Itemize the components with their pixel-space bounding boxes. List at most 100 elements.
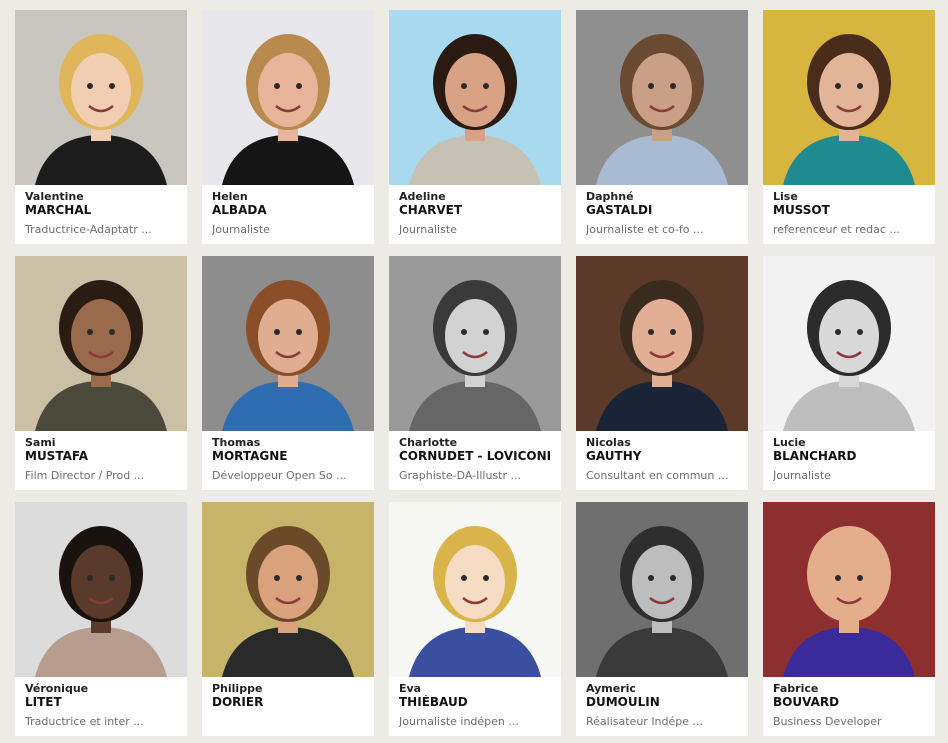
profile-photo[interactable] [389, 256, 561, 431]
person-face [819, 545, 879, 619]
profile-role: referenceur et redac ... [773, 223, 900, 236]
profile-role: Graphiste-DA-Illustr ... [399, 469, 521, 482]
person-face [632, 545, 692, 619]
first-name[interactable]: Valentine [25, 190, 177, 203]
last-name[interactable]: ALBADA [212, 203, 364, 217]
profile-card[interactable]: Adeline CHARVET Journaliste [389, 10, 561, 244]
profile-photo[interactable] [389, 502, 561, 677]
person-face [258, 545, 318, 619]
last-name[interactable]: THIÉBAUD [399, 695, 551, 709]
profile-role: Business Developer [773, 715, 882, 728]
person-face [71, 53, 131, 127]
last-name[interactable]: MUSSOT [773, 203, 925, 217]
profile-card[interactable]: Véronique LITET Traductrice et inter ... [15, 502, 187, 736]
person-face [819, 53, 879, 127]
profile-role: Journaliste et co-fo ... [586, 223, 704, 236]
last-name[interactable]: DUMOULIN [586, 695, 738, 709]
profile-photo[interactable] [15, 10, 187, 185]
profile-info: Philippe DORIER [202, 677, 374, 715]
person-face [445, 299, 505, 373]
first-name[interactable]: Lucie [773, 436, 925, 449]
person-face [819, 299, 879, 373]
profile-info: Sami MUSTAFA Film Director / Prod ... [15, 431, 187, 483]
person-face [445, 53, 505, 127]
profile-photo[interactable] [15, 256, 187, 431]
last-name[interactable]: MUSTAFA [25, 449, 177, 463]
profile-info: Charlotte CORNUDET - LOVICONI Graphiste-DA… [389, 431, 561, 483]
person-face [445, 545, 505, 619]
first-name[interactable]: Véronique [25, 682, 177, 695]
profile-photo[interactable] [763, 10, 935, 185]
person-face [258, 53, 318, 127]
profile-photo[interactable] [576, 256, 748, 431]
profile-role: Journaliste [773, 469, 831, 482]
profile-role: Réalisateur Indépe ... [586, 715, 704, 728]
person-face [258, 299, 318, 373]
profile-photo[interactable] [15, 502, 187, 677]
first-name[interactable]: Helen [212, 190, 364, 203]
first-name[interactable]: Adeline [399, 190, 551, 203]
profile-card[interactable]: Eva THIÉBAUD Journaliste indépen ... [389, 502, 561, 736]
profile-photo[interactable] [763, 502, 935, 677]
person-face [71, 299, 131, 373]
last-name[interactable]: DORIER [212, 695, 364, 709]
profile-card[interactable]: Charlotte CORNUDET - LOVICONI Graphiste-DA… [389, 256, 561, 490]
first-name[interactable]: Lise [773, 190, 925, 203]
profile-info: Daphné GASTALDI Journaliste et co-fo ... [576, 185, 748, 237]
profile-info: Aymeric DUMOULIN Réalisateur Indépe ... [576, 677, 748, 729]
profile-photo[interactable] [576, 10, 748, 185]
person-face [632, 299, 692, 373]
profile-info: Fabrice BOUVARD Business Developer [763, 677, 935, 729]
profile-info: Thomas MORTAGNE Développeur Open So ... [202, 431, 374, 483]
first-name[interactable]: Sami [25, 436, 177, 449]
profile-info: Véronique LITET Traductrice et inter ... [15, 677, 187, 729]
last-name[interactable]: BLANCHARD [773, 449, 925, 463]
first-name[interactable]: Nicolas [586, 436, 738, 449]
profile-role: Journaliste [212, 223, 270, 236]
profile-photo[interactable] [763, 256, 935, 431]
person-face [632, 53, 692, 127]
last-name[interactable]: CORNUDET - LOVICONI [399, 449, 551, 463]
profile-role: Traductrice-Adaptatr ... [25, 223, 152, 236]
profile-grid: Valentine MARCHAL Traductrice-Adaptatr ...… [15, 10, 935, 736]
profile-card[interactable]: Daphné GASTALDI Journaliste et co-fo ... [576, 10, 748, 244]
profile-card[interactable]: Nicolas GAUTHY Consultant en commun ... [576, 256, 748, 490]
first-name[interactable]: Philippe [212, 682, 364, 695]
profile-info: Helen ALBADA Journaliste [202, 185, 374, 237]
profile-photo[interactable] [576, 502, 748, 677]
profile-card[interactable]: Sami MUSTAFA Film Director / Prod ... [15, 256, 187, 490]
profile-photo[interactable] [202, 502, 374, 677]
profile-photo[interactable] [389, 10, 561, 185]
last-name[interactable]: GASTALDI [586, 203, 738, 217]
first-name[interactable]: Daphné [586, 190, 738, 203]
profile-card[interactable]: Philippe DORIER [202, 502, 374, 736]
first-name[interactable]: Fabrice [773, 682, 925, 695]
profile-card[interactable]: Aymeric DUMOULIN Réalisateur Indépe ... [576, 502, 748, 736]
last-name[interactable]: GAUTHY [586, 449, 738, 463]
profile-card[interactable]: Thomas MORTAGNE Développeur Open So ... [202, 256, 374, 490]
person-face [71, 545, 131, 619]
profile-card[interactable]: Fabrice BOUVARD Business Developer [763, 502, 935, 736]
profile-info: Eva THIÉBAUD Journaliste indépen ... [389, 677, 561, 729]
profile-role: Journaliste [399, 223, 457, 236]
profile-info: Nicolas GAUTHY Consultant en commun ... [576, 431, 748, 483]
profile-card[interactable]: Lucie BLANCHARD Journaliste [763, 256, 935, 490]
profile-info: Lise MUSSOT referenceur et redac ... [763, 185, 935, 237]
profile-photo[interactable] [202, 256, 374, 431]
profile-info: Adeline CHARVET Journaliste [389, 185, 561, 237]
profile-photo[interactable] [202, 10, 374, 185]
first-name[interactable]: Thomas [212, 436, 364, 449]
profile-card[interactable]: Helen ALBADA Journaliste [202, 10, 374, 244]
first-name[interactable]: Aymeric [586, 682, 738, 695]
last-name[interactable]: BOUVARD [773, 695, 925, 709]
last-name[interactable]: MARCHAL [25, 203, 177, 217]
profile-role: Développeur Open So ... [212, 469, 347, 482]
last-name[interactable]: CHARVET [399, 203, 551, 217]
first-name[interactable]: Eva [399, 682, 551, 695]
last-name[interactable]: MORTAGNE [212, 449, 364, 463]
first-name[interactable]: Charlotte [399, 436, 551, 449]
profile-card[interactable]: Lise MUSSOT referenceur et redac ... [763, 10, 935, 244]
profile-card[interactable]: Valentine MARCHAL Traductrice-Adaptatr ... [15, 10, 187, 244]
last-name[interactable]: LITET [25, 695, 177, 709]
profile-role: Consultant en commun ... [586, 469, 729, 482]
